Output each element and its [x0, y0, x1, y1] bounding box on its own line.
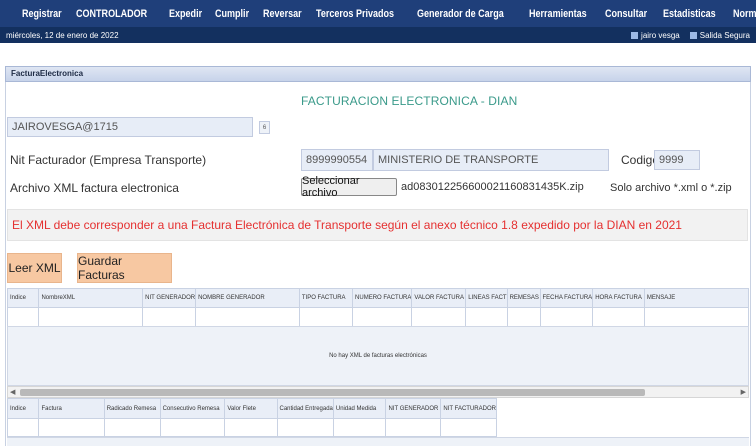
nav-terceros-privados[interactable]: Terceros Privados — [316, 8, 394, 20]
logout-link[interactable]: Salida Segura — [689, 30, 750, 40]
scroll-right-icon[interactable]: ▶ — [741, 388, 746, 396]
nav-estadisticas[interactable]: Estadisticas — [663, 8, 716, 20]
filter-cell[interactable] — [6, 418, 40, 437]
filter-cell[interactable] — [298, 307, 354, 327]
col-nombre-generador[interactable]: NOMBRE GENERADOR — [195, 288, 300, 308]
col-nit-generador[interactable]: NIT GENERADOR — [142, 288, 197, 308]
filter-cell[interactable] — [224, 418, 278, 437]
remesas-table: Indice Factura Radicado Remesa Consecuti… — [6, 398, 497, 437]
nit-label: Nit Facturador (Empresa Transporte) — [10, 153, 207, 167]
nit-value-field[interactable]: 8999990554 — [301, 149, 373, 171]
filter-cell[interactable] — [465, 307, 508, 327]
read-xml-button[interactable]: Leer XML — [7, 253, 62, 283]
logout-label: Salida Segura — [699, 30, 750, 40]
col-nit-facturador[interactable]: NIT FACTURADOR — [440, 398, 497, 419]
filter-cell[interactable] — [643, 307, 750, 327]
filter-cell[interactable] — [592, 307, 645, 327]
logout-icon — [689, 31, 697, 39]
filter-cell[interactable] — [195, 307, 300, 327]
file-hint: Solo archivo *.xml o *.zip — [610, 182, 732, 194]
invoices-table: Indice NombreXML NIT GENERADOR NOMBRE GE… — [6, 288, 750, 327]
col-radicado-remesa[interactable]: Radicado Remesa — [103, 398, 161, 419]
filter-cell[interactable] — [332, 418, 387, 437]
nav-herramientas[interactable]: Herramientas — [529, 8, 587, 20]
col-valor-flete[interactable]: Valor Flete — [224, 398, 278, 419]
col-nombre-xml[interactable]: NombreXML — [38, 288, 144, 308]
col-hora-factura[interactable]: HORA FACTURA — [592, 288, 645, 308]
filter-cell[interactable] — [103, 418, 161, 437]
col-unidad-medida[interactable]: Unidad Medida — [332, 398, 387, 419]
nav-registrar[interactable]: Registrar — [22, 8, 62, 20]
select-file-button[interactable]: Seleccionar archivo — [301, 175, 397, 199]
horizontal-scrollbar[interactable]: ◀ ▶ — [7, 386, 749, 398]
user-name: jairo vesga — [641, 30, 680, 40]
filter-cell[interactable] — [276, 418, 334, 437]
filter-cell[interactable] — [38, 418, 105, 437]
nav-expedir[interactable]: Expedir — [169, 8, 202, 20]
col-mensaje[interactable]: MENSAJE — [643, 288, 750, 308]
col-cantidad-entregada[interactable]: Cantidad Entregada — [276, 398, 334, 419]
scroll-left-icon[interactable]: ◀ — [10, 388, 15, 396]
filter-cell[interactable] — [6, 307, 40, 327]
alert-message: El XML debe corresponder a una Factura E… — [7, 209, 748, 241]
empty-table-message: No hay XML de facturas electrónicas — [7, 326, 749, 386]
panel-header: FacturaElectronica — [5, 66, 751, 82]
col-remesas[interactable]: REMESAS — [506, 288, 541, 308]
filter-cell[interactable] — [539, 307, 594, 327]
user-link[interactable]: jairo vesga — [631, 31, 680, 40]
page-title: FACTURACION ELECTRONICA - DIAN — [301, 94, 518, 108]
nav-normatividad[interactable]: Normatividad — [733, 8, 756, 20]
col-lineas-fact[interactable]: LINEAS FACT — [465, 288, 508, 308]
nit-name-field[interactable]: MINISTERIO DE TRANSPORTE — [373, 149, 609, 171]
scrollbar-thumb[interactable] — [20, 389, 645, 396]
filter-row — [6, 418, 497, 437]
col-consecutivo-remesa[interactable]: Consecutivo Remesa — [159, 398, 226, 419]
top-navbar: Registrar CONTROLADOR Expedir Cumplir Re… — [0, 0, 756, 27]
status-bar: miércoles, 12 de enero de 2022 jairo ves… — [0, 27, 756, 43]
col-valor-factura[interactable]: VALOR FACTURA — [411, 288, 467, 308]
filter-cell[interactable] — [411, 307, 467, 327]
filter-cell[interactable] — [159, 418, 226, 437]
user-badge: 6 — [259, 121, 270, 134]
filter-row — [6, 307, 750, 327]
codigo-field[interactable]: 9999 — [654, 150, 700, 170]
filter-cell[interactable] — [385, 418, 442, 437]
col-indice[interactable]: Indice — [6, 398, 40, 419]
col-tipo-factura[interactable]: TIPO FACTURA — [298, 288, 354, 308]
bottom-strip — [7, 437, 749, 446]
nav-generador-de-carga[interactable]: Generador de Carga — [417, 8, 504, 20]
username-field[interactable]: JAIROVESGA@1715 — [7, 117, 253, 137]
col-numero-factura[interactable]: NUMERO FACTURA — [352, 288, 413, 308]
col-nit-generador[interactable]: NIT GENERADOR — [385, 398, 442, 419]
col-factura[interactable]: Factura — [38, 398, 105, 419]
nav-reversar[interactable]: Reversar — [263, 8, 302, 20]
nav-cumplir[interactable]: Cumplir — [215, 8, 249, 20]
save-invoices-button[interactable]: Guardar Facturas — [77, 253, 172, 283]
xml-label: Archivo XML factura electronica — [10, 181, 179, 195]
filter-cell[interactable] — [38, 307, 144, 327]
filter-cell[interactable] — [352, 307, 413, 327]
filter-cell[interactable] — [142, 307, 197, 327]
col-indice[interactable]: Indice — [6, 288, 40, 308]
col-fecha-factura[interactable]: FECHA FACTURA — [539, 288, 594, 308]
filter-cell[interactable] — [440, 418, 497, 437]
filter-cell[interactable] — [506, 307, 541, 327]
selected-file-name: ad08301225660002116083143​5K.zip — [401, 181, 584, 193]
current-date: miércoles, 12 de enero de 2022 — [6, 30, 119, 40]
nav-controlador[interactable]: CONTROLADOR — [76, 8, 147, 20]
nav-consultar[interactable]: Consultar — [605, 8, 647, 20]
user-icon — [631, 31, 639, 39]
